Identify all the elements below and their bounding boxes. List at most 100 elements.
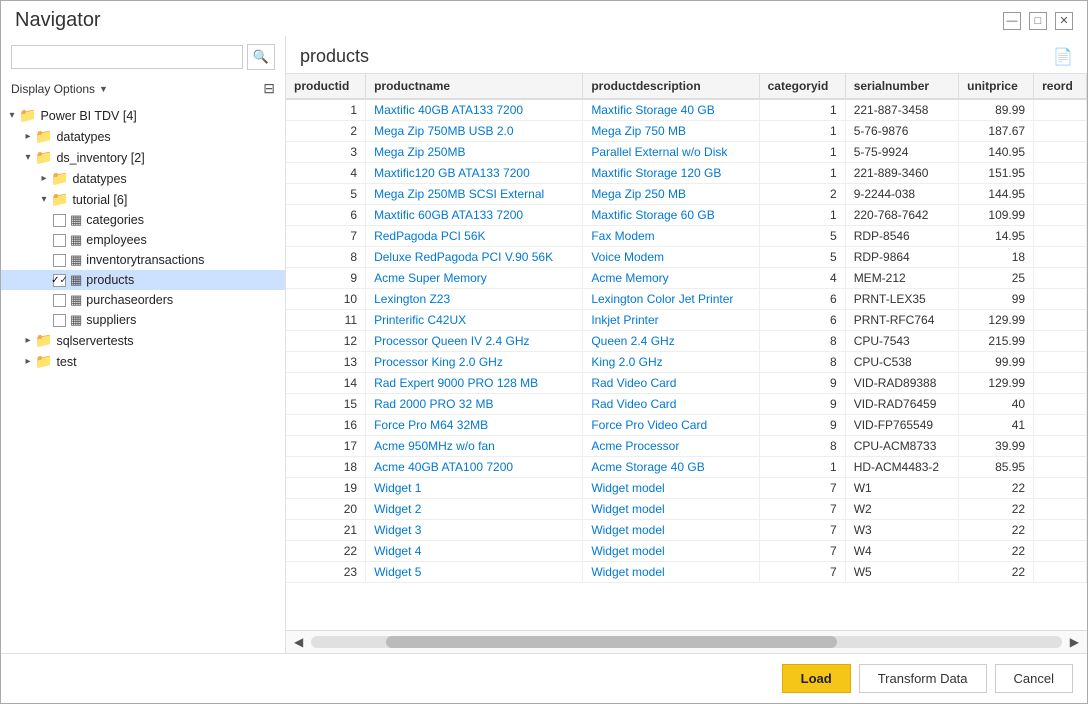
table-row: 21Widget 3Widget model7W322 [286, 520, 1087, 541]
scroll-left-button[interactable]: ◀ [290, 633, 307, 651]
folder-icon: 📁 [35, 149, 52, 166]
table-row: 8Deluxe RedPagoda PCI V.90 56KVoice Mode… [286, 247, 1087, 268]
table-cell: 89.99 [959, 99, 1034, 121]
export-button[interactable]: 📄 [1053, 47, 1073, 67]
table-cell [1034, 562, 1087, 583]
table-cell [1034, 499, 1087, 520]
table-cell: 129.99 [959, 310, 1034, 331]
table-cell [1034, 268, 1087, 289]
tree-node-powerbi[interactable]: ▾📁Power BI TDV [4] [1, 105, 285, 126]
table-cell: CPU-7543 [845, 331, 958, 352]
table-icon: ▦ [70, 272, 82, 288]
table-cell: Acme 950MHz w/o fan [366, 436, 583, 457]
table-cell [1034, 520, 1087, 541]
table-checkbox[interactable] [53, 234, 66, 247]
table-cell: W3 [845, 520, 958, 541]
table-checkbox[interactable] [53, 314, 66, 327]
tree-node-categories[interactable]: ▦categories [1, 210, 285, 230]
search-button[interactable]: 🔍 [247, 44, 275, 70]
dialog-title: Navigator [15, 9, 101, 32]
tree-node-label: sqlservertests [56, 334, 133, 348]
table-row: 22Widget 4Widget model7W422 [286, 541, 1087, 562]
table-row: 14Rad Expert 9000 PRO 128 MBRad Video Ca… [286, 373, 1087, 394]
scroll-right-button[interactable]: ▶ [1066, 633, 1083, 651]
table-cell: 4 [286, 163, 366, 184]
table-cell: 7 [759, 478, 845, 499]
table-cell: 15 [286, 394, 366, 415]
table-cell: Maxtific Storage 60 GB [583, 205, 759, 226]
tree-view-toggle-button[interactable]: ⊟ [263, 80, 275, 97]
tree-node-sqlservertests[interactable]: ▸📁sqlservertests [1, 330, 285, 351]
table-cell: 12 [286, 331, 366, 352]
table-container[interactable]: productidproductnameproductdescriptionca… [286, 73, 1087, 630]
tree-node-datatypes2[interactable]: ▸📁datatypes [1, 168, 285, 189]
table-cell: PRNT-RFC764 [845, 310, 958, 331]
close-button[interactable]: ✕ [1055, 12, 1073, 30]
main-area: 🔍 Display Options ▼ ⊟ ▾📁Power BI TDV [4]… [1, 36, 1087, 653]
table-checkbox[interactable] [53, 214, 66, 227]
table-icon: ▦ [70, 212, 82, 228]
table-cell: Processor Queen IV 2.4 GHz [366, 331, 583, 352]
tree-node-test[interactable]: ▸📁test [1, 351, 285, 372]
table-cell: 8 [759, 352, 845, 373]
table-cell: VID-RAD89388 [845, 373, 958, 394]
table-cell: VID-RAD76459 [845, 394, 958, 415]
table-cell: 2 [286, 121, 366, 142]
table-cell [1034, 352, 1087, 373]
display-options-button[interactable]: Display Options ▼ [11, 82, 108, 96]
tree-node-employees[interactable]: ▦employees [1, 230, 285, 250]
cancel-button[interactable]: Cancel [995, 664, 1073, 693]
table-cell: 151.95 [959, 163, 1034, 184]
table-cell: 5 [759, 226, 845, 247]
display-options-label: Display Options [11, 82, 95, 96]
folder-toggle-icon: ▾ [21, 152, 35, 163]
tree-node-suppliers[interactable]: ▦suppliers [1, 310, 285, 330]
table-cell: Inkjet Printer [583, 310, 759, 331]
tree-node-products[interactable]: ✓▦products [1, 270, 285, 290]
table-cell: Rad Expert 9000 PRO 128 MB [366, 373, 583, 394]
table-cell: Widget model [583, 478, 759, 499]
table-cell [1034, 457, 1087, 478]
maximize-button[interactable]: □ [1029, 12, 1047, 30]
search-input[interactable] [11, 45, 243, 69]
tree-node-datatypes1[interactable]: ▸📁datatypes [1, 126, 285, 147]
horizontal-scrollbar[interactable]: ◀ ▶ [286, 630, 1087, 653]
table-cell: 22 [959, 541, 1034, 562]
folder-toggle-icon: ▾ [5, 110, 19, 121]
scroll-track[interactable] [311, 636, 1062, 648]
column-header-serialnumber: serialnumber [845, 74, 958, 99]
column-header-categoryid: categoryid [759, 74, 845, 99]
table-checkbox[interactable] [53, 254, 66, 267]
search-bar: 🔍 [1, 36, 285, 78]
table-cell: Maxtific Storage 40 GB [583, 99, 759, 121]
table-row: 19Widget 1Widget model7W122 [286, 478, 1087, 499]
minimize-button[interactable]: — [1003, 12, 1021, 30]
table-cell: 8 [759, 436, 845, 457]
table-cell [1034, 226, 1087, 247]
table-cell: CPU-ACM8733 [845, 436, 958, 457]
table-cell: Acme Processor [583, 436, 759, 457]
table-row: 6Maxtific 60GB ATA133 7200Maxtific Stora… [286, 205, 1087, 226]
table-cell: Acme Storage 40 GB [583, 457, 759, 478]
table-checkbox[interactable] [53, 294, 66, 307]
table-title: products [300, 46, 369, 67]
load-button[interactable]: Load [782, 664, 851, 693]
table-row: 11Printerific C42UXInkjet Printer6PRNT-R… [286, 310, 1087, 331]
table-cell: 9 [759, 415, 845, 436]
table-cell: 41 [959, 415, 1034, 436]
table-cell: Fax Modem [583, 226, 759, 247]
tree-node-tutorial[interactable]: ▾📁tutorial [6] [1, 189, 285, 210]
table-checkbox[interactable]: ✓ [53, 274, 66, 287]
scroll-thumb [386, 636, 836, 648]
table-cell [1034, 247, 1087, 268]
tree-node-purchaseorders[interactable]: ▦purchaseorders [1, 290, 285, 310]
transform-data-button[interactable]: Transform Data [859, 664, 987, 693]
table-cell: Rad Video Card [583, 373, 759, 394]
tree-node-label: datatypes [72, 172, 126, 186]
table-cell: 1 [759, 205, 845, 226]
folder-icon: 📁 [51, 170, 68, 187]
tree-node-ds_inventory[interactable]: ▾📁ds_inventory [2] [1, 147, 285, 168]
table-cell: Mega Zip 250MB SCSI External [366, 184, 583, 205]
tree-node-inventorytransactions[interactable]: ▦inventorytransactions [1, 250, 285, 270]
table-cell: 221-889-3460 [845, 163, 958, 184]
